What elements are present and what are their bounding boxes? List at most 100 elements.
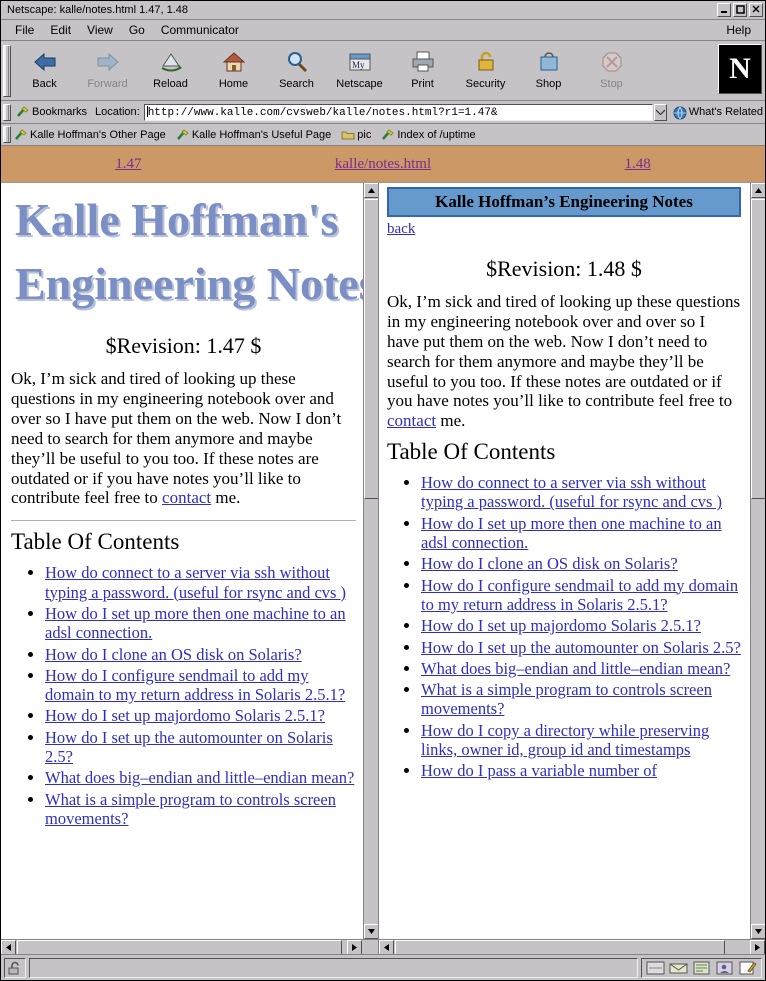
left-pane-horizontal-scrollbar[interactable] [1,939,378,954]
back-button[interactable]: Back [13,44,76,98]
diff-right-revision-link[interactable]: 1.48 [625,156,651,172]
right-toc-link-1[interactable]: How do I set up more then one machine to… [421,514,722,552]
bookmarks-button[interactable]: Bookmarks [14,105,91,119]
security-label: Security [465,77,506,90]
menu-view[interactable]: View [79,21,121,39]
left-toc-link-2[interactable]: How do I clone an OS disk on Solaris? [45,645,302,664]
left-scroll-thumb[interactable] [364,199,378,499]
status-message [29,957,638,978]
toolbar-drag-handle[interactable] [3,44,11,97]
right-intro-after: me. [436,411,466,431]
personal-item-label: Kalle Hoffman's Useful Page [191,128,332,141]
right-toc-link-8[interactable]: How do I copy a directory while preservi… [421,721,709,759]
right-contact-link[interactable]: contact [387,411,436,430]
security-button[interactable]: Security [454,44,517,98]
left-toc-link-1[interactable]: How do I set up more then one machine to… [45,604,346,642]
right-toc-link-2[interactable]: How do I clone an OS disk on Solaris? [421,554,678,573]
right-scroll-thumb[interactable] [751,199,765,499]
home-button[interactable]: Home [202,44,265,98]
right-pane-view: Kalle Hoffman’s Engineering Notes back $… [379,183,765,954]
left-scroll-up-button[interactable] [364,183,378,198]
chevron-up-icon [755,188,762,193]
right-pane-vertical-scrollbar[interactable] [750,183,765,939]
list-item: How do I copy a directory while preservi… [421,721,741,760]
right-toc-link-3[interactable]: How do I configure sendmail to add my do… [421,576,738,614]
left-pane-vertical-scrollbar[interactable] [363,183,378,939]
left-toc-link-0[interactable]: How do connect to a server via ssh witho… [45,563,346,601]
menu-help[interactable]: Help [718,21,759,39]
stop-button[interactable]: Stop [580,44,643,98]
right-scroll-right-button[interactable] [750,940,765,954]
menu-communicator[interactable]: Communicator [153,21,247,39]
menu-go[interactable]: Go [121,21,153,39]
right-toc-list: How do connect to a server via ssh witho… [387,473,741,780]
list-item: How do I pass a variable number of [421,761,741,780]
diff-left-revision-link[interactable]: 1.47 [115,156,141,172]
left-hscroll-thumb[interactable] [17,940,342,954]
status-bar [1,954,765,980]
url-input[interactable]: http://www.kalle.com/cvsweb/kalle/notes.… [143,103,653,121]
left-toc-link-3[interactable]: How do I configure sendmail to add my do… [45,666,345,704]
list-item: How do I configure sendmail to add my do… [45,666,356,705]
diff-file-link[interactable]: kalle/notes.html [335,156,431,172]
left-scroll-left-button[interactable] [1,940,16,954]
left-toc-link-7[interactable]: What is a simple program to controls scr… [45,790,336,828]
netscape-button[interactable]: My Netscape [328,44,391,98]
location-drag-handle[interactable] [3,103,11,121]
reload-icon [157,48,185,76]
personal-item-label: pic [357,128,372,141]
right-scroll-down-button[interactable] [751,924,765,939]
reload-button[interactable]: Reload [139,44,202,98]
address-book-icon[interactable] [714,960,735,976]
right-scroll-left-button[interactable] [379,940,394,954]
left-toc-list: How do connect to a server via ssh witho… [11,563,356,828]
maximize-button[interactable] [733,3,747,17]
right-scroll-up-button[interactable] [751,183,765,198]
right-toc-link-6[interactable]: What does big–endian and little–endian m… [421,659,730,678]
right-toc-link-0[interactable]: How do connect to a server via ssh witho… [421,473,722,511]
diff-file-name: kalle/notes.html [256,156,511,173]
right-pane-horizontal-scrollbar[interactable] [379,939,765,954]
personal-item-pic[interactable]: pic [341,129,371,141]
mailbox-icon[interactable] [668,960,689,976]
left-toc-link-6[interactable]: What does big–endian and little–endian m… [45,768,354,787]
print-button[interactable]: Print [391,44,454,98]
minimize-button[interactable] [717,3,731,17]
personal-drag-handle[interactable] [3,126,11,143]
newsgroup-icon[interactable] [691,960,712,976]
netscape-logo[interactable]: N [718,44,762,94]
left-revision-pane: Kalle Hoffman's Engineering Notes $Revis… [1,183,379,954]
right-back-link[interactable]: back [387,221,415,237]
left-scroll-right-button[interactable] [347,940,362,954]
right-toc-link-4[interactable]: How do I set up majordomo Solaris 2.5.1? [421,616,701,635]
globe-icon [673,106,687,120]
url-history-dropdown[interactable] [653,103,667,121]
shop-button[interactable]: Shop [517,44,580,98]
right-toc-link-7[interactable]: What is a simple program to controls scr… [421,680,712,718]
forward-button[interactable]: Forward [76,44,139,98]
chevron-right-icon [755,944,760,951]
personal-item-other-page[interactable]: Kalle Hoffman's Other Page [14,129,166,141]
list-item: How do I set up majordomo Solaris 2.5.1? [45,706,356,725]
personal-item-index-uptime[interactable]: Index of /uptime [381,129,476,141]
search-label: Search [279,77,314,90]
search-button[interactable]: Search [265,44,328,98]
personal-item-useful-page[interactable]: Kalle Hoffman's Useful Page [176,129,331,141]
close-button[interactable] [749,3,763,17]
security-indicator[interactable] [4,957,26,978]
diff-left-revision: 1.47 [1,156,256,173]
composer-icon[interactable] [737,960,758,976]
right-revision-text: $Revision: 1.48 $ [486,256,642,281]
right-toc-link-9[interactable]: How do I pass a variable number of [421,761,657,780]
left-contact-link[interactable]: contact [162,488,211,507]
navigator-icon[interactable] [645,960,666,976]
left-toc-link-5[interactable]: How do I set up the automounter on Solar… [45,728,333,766]
menu-file[interactable]: File [7,21,42,39]
left-scroll-down-button[interactable] [364,924,378,939]
right-hscroll-thumb[interactable] [395,940,725,954]
location-bar: Bookmarks Location: http://www.kalle.com… [1,101,765,124]
right-toc-link-5[interactable]: How do I set up the automounter on Solar… [421,638,741,657]
whats-related-button[interactable]: What's Related [673,106,763,120]
left-toc-link-4[interactable]: How do I set up majordomo Solaris 2.5.1? [45,706,325,725]
menu-edit[interactable]: Edit [42,21,79,39]
